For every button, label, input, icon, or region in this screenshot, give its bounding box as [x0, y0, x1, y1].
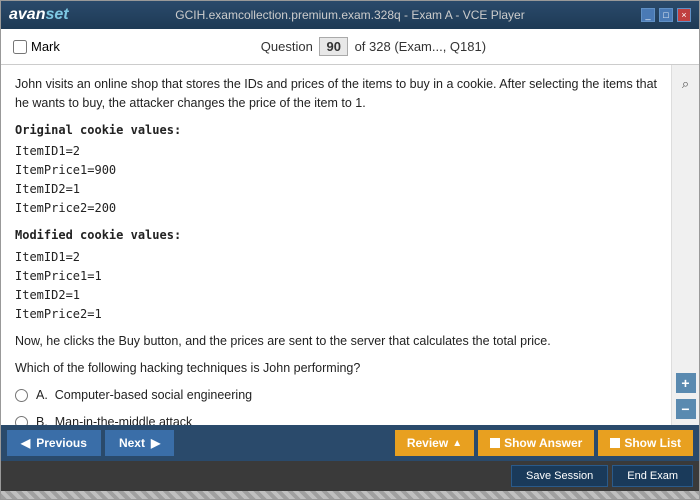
side-toolbar: ⌕ + − — [671, 65, 699, 425]
mod-val-1: ItemPrice1=1 — [15, 267, 657, 286]
review-arrow-icon: ▲ — [452, 438, 462, 449]
prev-button[interactable]: ◀ Previous — [7, 430, 101, 456]
original-cookie-block: Original cookie values: ItemID1=2 ItemPr… — [15, 121, 657, 219]
prev-label: Previous — [36, 436, 87, 450]
window-controls: _ □ × — [641, 8, 691, 22]
minimize-button[interactable]: _ — [641, 8, 655, 22]
mark-area: Mark — [13, 39, 60, 54]
save-session-button[interactable]: Save Session — [511, 465, 608, 487]
show-list-icon — [610, 438, 620, 448]
bottom-toolbar: ◀ Previous Next ▶ Review ▲ Show Answer S… — [1, 425, 699, 461]
question-of: of 328 (Exam..., Q181) — [355, 39, 487, 54]
maximize-button[interactable]: □ — [659, 8, 673, 22]
radio-b[interactable] — [15, 416, 28, 426]
orig-val-1: ItemPrice1=900 — [15, 161, 657, 180]
window-title: GCIH.examcollection.premium.exam.328q - … — [175, 8, 524, 22]
show-list-label: Show List — [624, 436, 681, 450]
orig-val-0: ItemID1=2 — [15, 142, 657, 161]
question-prompt: Which of the following hacking technique… — [15, 359, 657, 378]
review-button[interactable]: Review ▲ — [395, 430, 474, 456]
very-bottom-bar: Save Session End Exam — [1, 461, 699, 491]
question-number-area: Question 90 of 328 (Exam..., Q181) — [60, 37, 687, 56]
question-body: John visits an online shop that stores t… — [15, 75, 657, 113]
zoom-out-button[interactable]: − — [676, 399, 696, 419]
mod-val-0: ItemID1=2 — [15, 248, 657, 267]
show-answer-label: Show Answer — [504, 436, 582, 450]
logo-part1: avan — [9, 6, 45, 23]
question-header: Mark Question 90 of 328 (Exam..., Q181) — [1, 29, 699, 65]
question-content: John visits an online shop that stores t… — [1, 65, 671, 425]
next-label: Next — [119, 436, 145, 450]
app-window: avanset GCIH.examcollection.premium.exam… — [0, 0, 700, 500]
mark-label: Mark — [31, 39, 60, 54]
radio-a[interactable] — [15, 389, 28, 402]
question-label: Question — [261, 39, 313, 54]
modified-cookie-block: Modified cookie values: ItemID1=2 ItemPr… — [15, 226, 657, 324]
review-label: Review — [407, 436, 448, 450]
choice-b-label: B. Man-in-the-middle attack — [36, 413, 192, 425]
followup-text: Now, he clicks the Buy button, and the p… — [15, 332, 657, 351]
content-area: John visits an online shop that stores t… — [1, 65, 699, 425]
show-answer-icon — [490, 438, 500, 448]
choice-a: A. Computer-based social engineering — [15, 386, 657, 405]
show-list-button[interactable]: Show List — [598, 430, 693, 456]
choice-a-label: A. Computer-based social engineering — [36, 386, 252, 405]
mod-val-2: ItemID2=1 — [15, 286, 657, 305]
show-answer-button[interactable]: Show Answer — [478, 430, 594, 456]
modified-header: Modified cookie values: — [15, 226, 657, 245]
search-icon[interactable]: ⌕ — [677, 75, 695, 93]
title-bar: avanset GCIH.examcollection.premium.exam… — [1, 1, 699, 29]
question-number: 90 — [319, 37, 347, 56]
orig-val-2: ItemID2=1 — [15, 180, 657, 199]
close-button[interactable]: × — [677, 8, 691, 22]
mark-checkbox[interactable] — [13, 40, 27, 54]
app-logo: avanset — [9, 6, 69, 24]
next-arrow-icon: ▶ — [151, 436, 160, 450]
choices-list: A. Computer-based social engineering B. … — [15, 386, 657, 425]
end-exam-button[interactable]: End Exam — [612, 465, 693, 487]
prev-arrow-icon: ◀ — [21, 436, 30, 450]
mod-val-3: ItemPrice2=1 — [15, 305, 657, 324]
stripe-decoration — [1, 491, 699, 499]
orig-val-3: ItemPrice2=200 — [15, 199, 657, 218]
original-header: Original cookie values: — [15, 121, 657, 140]
zoom-in-button[interactable]: + — [676, 373, 696, 393]
next-button[interactable]: Next ▶ — [105, 430, 174, 456]
choice-b: B. Man-in-the-middle attack — [15, 413, 657, 425]
logo-part2: set — [45, 6, 68, 23]
